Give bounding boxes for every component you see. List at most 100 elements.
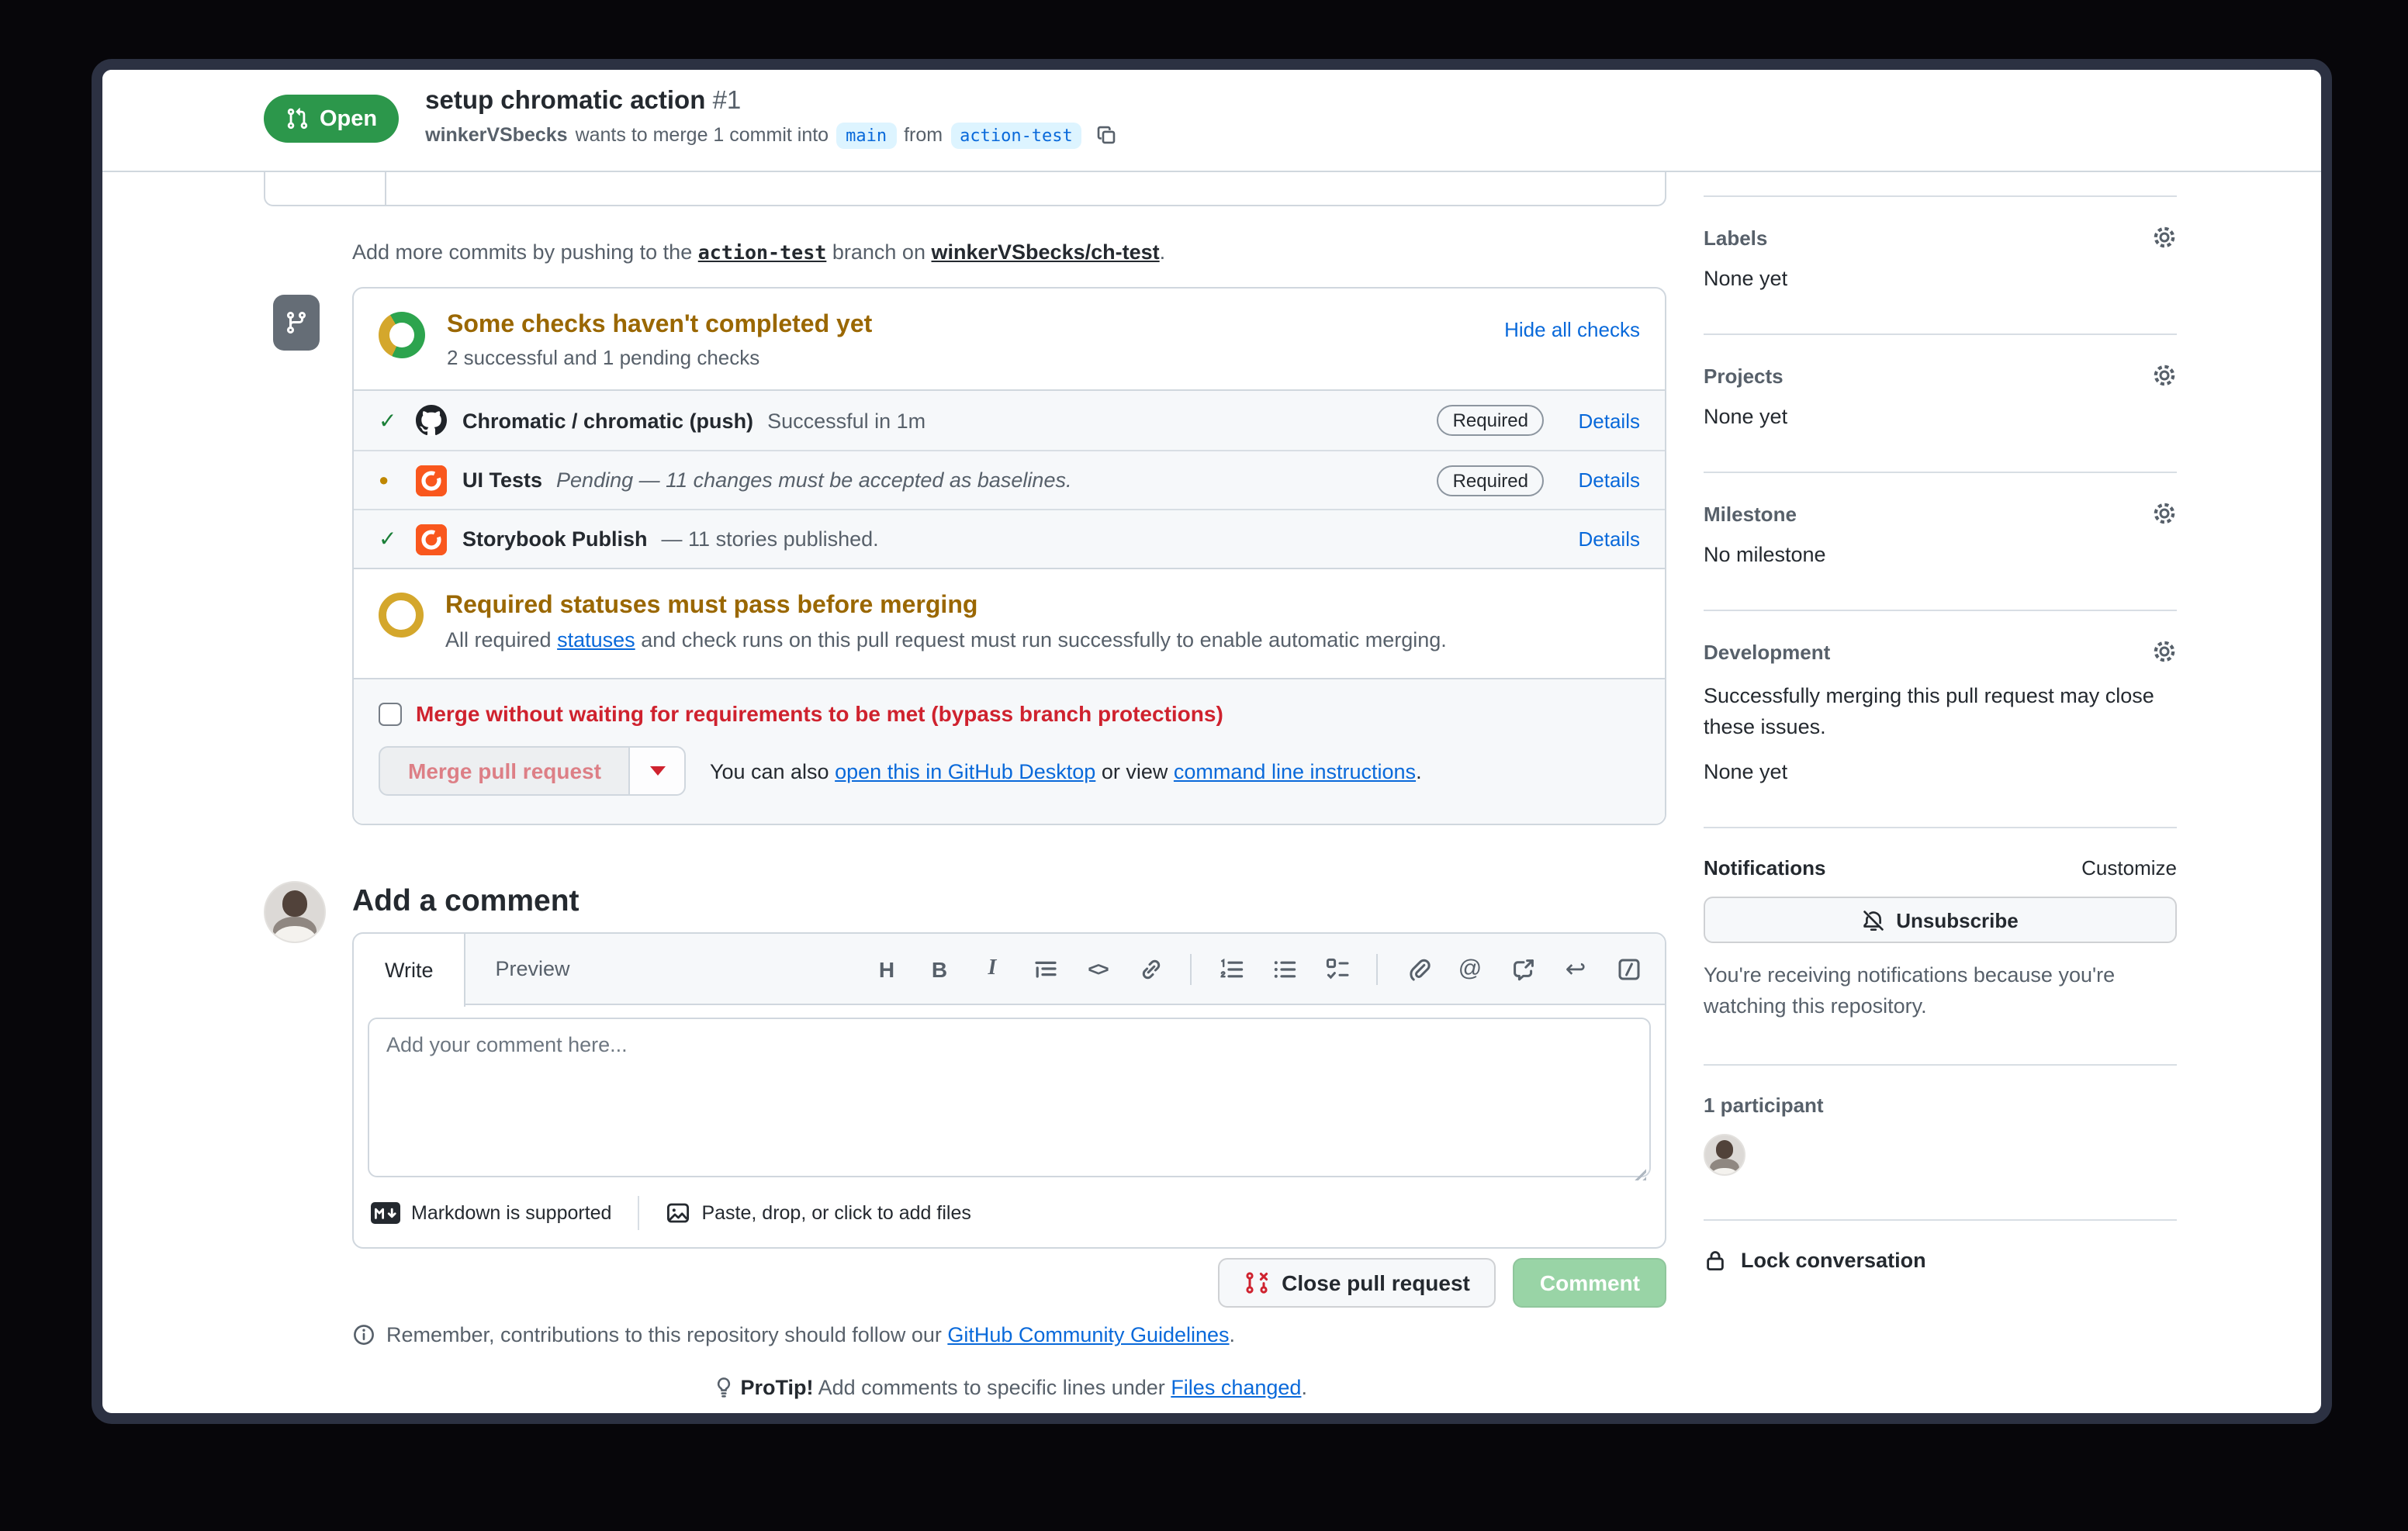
copy-branch-icon[interactable] bbox=[1096, 124, 1118, 146]
avatar bbox=[264, 881, 326, 943]
customize-link[interactable]: Customize bbox=[2081, 856, 2177, 880]
lock-icon bbox=[1704, 1249, 1727, 1273]
pr-title: setup chromatic action #1 bbox=[425, 87, 742, 115]
add-comment-heading: Add a comment bbox=[352, 884, 580, 918]
merge-pull-request-button[interactable]: Merge pull request bbox=[379, 746, 631, 796]
pr-author[interactable]: winkerVSbecks bbox=[425, 124, 567, 146]
pending-ring-icon bbox=[379, 593, 424, 638]
github-desktop-link[interactable]: open this in GitHub Desktop bbox=[835, 759, 1095, 783]
check-status-text: Successful in 1m bbox=[767, 409, 926, 432]
attach-files-area[interactable]: Paste, drop, or click to add files bbox=[666, 1201, 971, 1225]
comment-textarea[interactable] bbox=[368, 1018, 1651, 1177]
task-list-icon[interactable] bbox=[1323, 955, 1350, 983]
check-details-link[interactable]: Details bbox=[1566, 409, 1641, 432]
participants-section: 1 participant bbox=[1704, 1064, 2177, 1201]
command-line-link[interactable]: command line instructions bbox=[1174, 759, 1416, 783]
gear-icon[interactable] bbox=[2152, 639, 2177, 664]
pr-number: #1 bbox=[712, 87, 742, 115]
pr-state-badge: Open bbox=[264, 95, 400, 143]
check-row-ui-tests: ● UI Tests Pending — 11 changes must be … bbox=[354, 450, 1665, 509]
lock-conversation-section: Lock conversation bbox=[1704, 1219, 2177, 1298]
lock-conversation-button[interactable]: Lock conversation bbox=[1704, 1249, 2177, 1273]
git-pull-request-closed-icon bbox=[1244, 1270, 1269, 1295]
pr-sidebar: No one — assign yourself Labels None yet bbox=[1704, 154, 2177, 1298]
comment-editor: Write Preview H B I <> @ ↩ Add your comm… bbox=[352, 932, 1666, 1249]
checks-summary: Some checks haven't completed yet 2 succ… bbox=[354, 289, 1665, 389]
statuses-link[interactable]: statuses bbox=[557, 628, 635, 651]
numbered-list-icon[interactable] bbox=[1218, 955, 1244, 983]
git-branch-icon bbox=[284, 310, 309, 335]
slash-commands-icon[interactable] bbox=[1615, 955, 1642, 983]
divider bbox=[1376, 953, 1378, 984]
pr-state-label: Open bbox=[320, 106, 378, 131]
head-branch-chip[interactable]: action-test bbox=[950, 122, 1082, 149]
close-pull-request-button[interactable]: Close pull request bbox=[1218, 1258, 1496, 1308]
info-icon bbox=[352, 1323, 375, 1346]
checks-summary-title: Some checks haven't completed yet bbox=[447, 312, 873, 338]
saved-replies-icon[interactable]: ↩ bbox=[1562, 955, 1589, 983]
merge-options-dropdown[interactable] bbox=[628, 746, 687, 796]
gear-icon[interactable] bbox=[2152, 225, 2177, 250]
check-success-icon: ✓ bbox=[379, 407, 397, 432]
repo-link[interactable]: winkerVSbecks/ch-test bbox=[932, 240, 1160, 264]
bold-icon[interactable]: B bbox=[926, 955, 953, 983]
comment-button[interactable]: Comment bbox=[1513, 1258, 1666, 1308]
community-guidelines-link[interactable]: GitHub Community Guidelines bbox=[947, 1323, 1229, 1346]
attach-file-icon[interactable] bbox=[1404, 955, 1431, 983]
heading-icon[interactable]: H bbox=[874, 955, 900, 983]
check-name: UI Tests bbox=[462, 468, 543, 492]
check-pending-icon: ● bbox=[379, 471, 389, 489]
divider bbox=[638, 1196, 640, 1230]
divider bbox=[1190, 953, 1192, 984]
gear-icon[interactable] bbox=[2152, 501, 2177, 526]
projects-value: None yet bbox=[1704, 405, 1788, 428]
mention-icon[interactable]: @ bbox=[1457, 955, 1483, 983]
check-name: Storybook Publish bbox=[462, 527, 648, 551]
merge-timeline-marker bbox=[273, 295, 320, 351]
development-body: Successfully merging this pull request m… bbox=[1704, 684, 2154, 738]
tab-preview[interactable]: Preview bbox=[466, 934, 600, 1004]
check-details-link[interactable]: Details bbox=[1566, 527, 1641, 551]
labels-value: None yet bbox=[1704, 267, 1788, 290]
code-icon[interactable]: <> bbox=[1085, 955, 1111, 983]
bypass-protection-checkbox[interactable] bbox=[379, 702, 402, 725]
check-status-text: — 11 stories published. bbox=[661, 527, 879, 551]
unordered-list-icon[interactable] bbox=[1271, 955, 1297, 983]
bypass-protection-row: Merge without waiting for requirements t… bbox=[379, 701, 1640, 726]
cross-reference-icon[interactable] bbox=[1510, 955, 1536, 983]
github-pr-page: Open setup chromatic action #1 winkerVSb… bbox=[102, 70, 2321, 1413]
avatar[interactable] bbox=[1704, 1134, 1745, 1177]
quote-icon[interactable] bbox=[1032, 955, 1058, 983]
italic-icon[interactable]: I bbox=[979, 955, 1005, 983]
comment-editor-tabs: Write Preview H B I <> @ ↩ bbox=[354, 934, 1665, 1007]
notifications-section: Notifications Customize Unsubscribe You'… bbox=[1704, 827, 2177, 1045]
page-body: Add more commits by pushing to the actio… bbox=[102, 154, 2321, 1413]
pr-title-block: setup chromatic action #1 winkerVSbecks … bbox=[425, 85, 1118, 149]
tab-write[interactable]: Write bbox=[354, 934, 466, 1007]
community-guidelines-note: Remember, contributions to this reposito… bbox=[352, 1323, 1235, 1346]
base-branch-chip[interactable]: main bbox=[836, 122, 897, 149]
head-branch-link[interactable]: action-test bbox=[698, 240, 827, 264]
hide-all-checks-link[interactable]: Hide all checks bbox=[1504, 318, 1640, 341]
link-icon[interactable] bbox=[1137, 955, 1164, 983]
required-statuses-body: All required statuses and check runs on … bbox=[445, 628, 1447, 651]
development-value: None yet bbox=[1704, 760, 1788, 784]
chevron-down-icon bbox=[649, 766, 666, 776]
development-title: Development bbox=[1704, 640, 1831, 663]
protip-label: ProTip! bbox=[740, 1376, 814, 1399]
unsubscribe-button[interactable]: Unsubscribe bbox=[1704, 897, 2177, 944]
merge-actions-section: Merge without waiting for requirements t… bbox=[354, 678, 1665, 824]
gear-icon[interactable] bbox=[2152, 363, 2177, 388]
development-section: Development Successfully merging this pu… bbox=[1704, 610, 2177, 808]
notifications-reason: You're receiving notifications because y… bbox=[1704, 963, 2116, 1018]
participants-title: 1 participant bbox=[1704, 1094, 1824, 1118]
check-status-text: Pending — 11 changes must be accepted as… bbox=[556, 468, 1072, 492]
chromatic-icon bbox=[416, 524, 447, 555]
browser-window: Open setup chromatic action #1 winkerVSb… bbox=[92, 59, 2332, 1424]
markdown-supported[interactable]: Markdown is supported bbox=[371, 1202, 611, 1224]
markdown-icon bbox=[371, 1202, 400, 1224]
files-changed-link[interactable]: Files changed bbox=[1171, 1376, 1301, 1399]
check-details-link[interactable]: Details bbox=[1566, 468, 1641, 492]
divider bbox=[385, 172, 386, 205]
notifications-title: Notifications bbox=[1704, 856, 1826, 880]
